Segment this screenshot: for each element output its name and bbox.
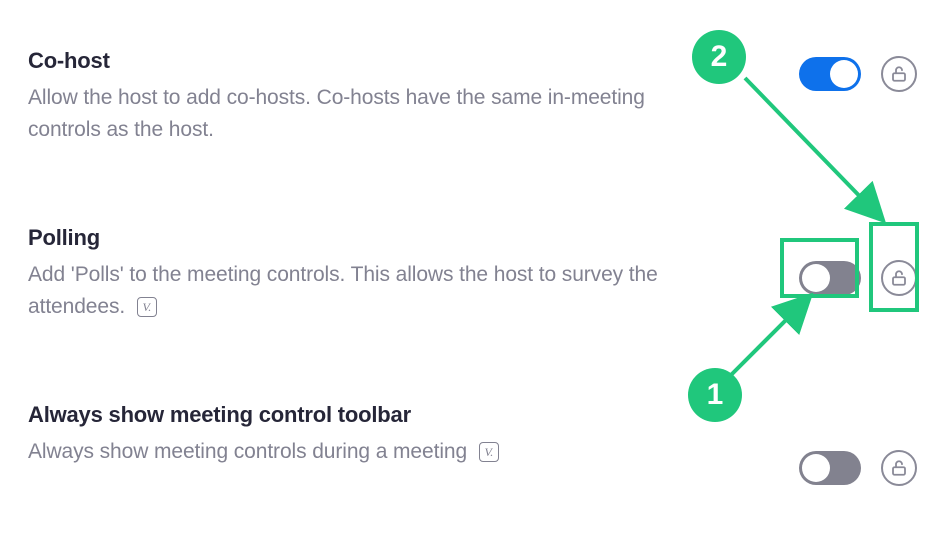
- setting-title-cohost: Co-host: [28, 48, 917, 74]
- lock-icon[interactable]: [881, 450, 917, 486]
- setting-title-toolbar: Always show meeting control toolbar: [28, 402, 917, 428]
- lock-icon[interactable]: [881, 260, 917, 296]
- controls-polling: [799, 260, 917, 296]
- version-icon[interactable]: V.: [479, 442, 499, 462]
- setting-desc-polling-text: Add 'Polls' to the meeting controls. Thi…: [28, 263, 658, 318]
- lock-icon[interactable]: [881, 56, 917, 92]
- setting-desc-toolbar: Always show meeting controls during a me…: [28, 436, 718, 468]
- toggle-polling[interactable]: [799, 261, 861, 295]
- annotation-callout-2: 2: [692, 30, 746, 84]
- toggle-cohost[interactable]: [799, 57, 861, 91]
- version-icon[interactable]: V.: [137, 297, 157, 317]
- setting-desc-cohost: Allow the host to add co-hosts. Co-hosts…: [28, 82, 718, 145]
- setting-desc-toolbar-text: Always show meeting controls during a me…: [28, 440, 467, 463]
- setting-title-polling: Polling: [28, 225, 917, 251]
- toggle-toolbar[interactable]: [799, 451, 861, 485]
- controls-cohost: [799, 56, 917, 92]
- annotation-callout-1: 1: [688, 368, 742, 422]
- setting-row-polling: Polling Add 'Polls' to the meeting contr…: [0, 169, 945, 346]
- setting-desc-polling: Add 'Polls' to the meeting controls. Thi…: [28, 259, 718, 322]
- controls-toolbar: [799, 450, 917, 486]
